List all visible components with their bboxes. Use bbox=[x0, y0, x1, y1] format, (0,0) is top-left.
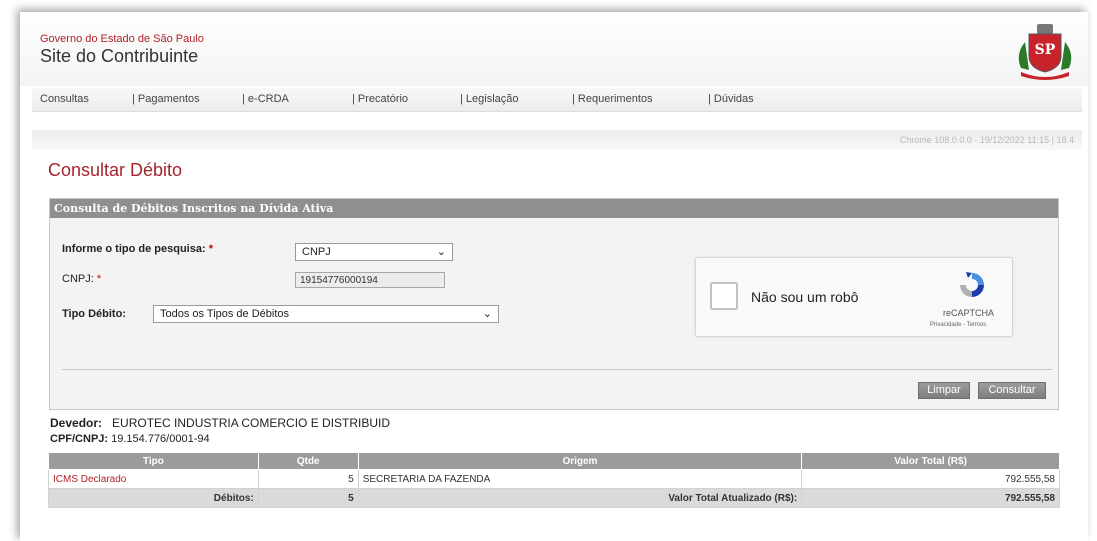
government-name: Governo do Estado de São Paulo bbox=[40, 33, 204, 45]
cell-tipo-link[interactable]: ICMS Declarado bbox=[48, 469, 259, 489]
cnpj-label-text: CNPJ: bbox=[62, 273, 94, 285]
column-header-valor: Valor Total (R$) bbox=[801, 452, 1060, 470]
recaptcha-checkbox[interactable] bbox=[710, 282, 738, 310]
cell-qtde: 5 bbox=[257, 469, 359, 489]
totals-valor: 792.555,58 bbox=[801, 488, 1060, 508]
info-band: Chrome 108.0.0.0 · 19/12/2022 11:15 | 18… bbox=[32, 130, 1082, 150]
sao-paulo-coat-of-arms-logo[interactable]: SP bbox=[1013, 20, 1077, 82]
column-header-origem: Origem bbox=[357, 452, 803, 470]
debit-type-label: Tipo Débito: bbox=[62, 308, 126, 320]
clear-button[interactable]: Limpar bbox=[918, 382, 970, 399]
debtor-name: EUROTEC INDUSTRIA COMERCIO E DISTRIBUID bbox=[112, 416, 391, 430]
debit-type-select[interactable]: Todos os Tipos de Débitos ⌄ bbox=[153, 305, 499, 323]
nav-item-e-crda[interactable]: | e-CRDA bbox=[242, 93, 289, 105]
nav-item-precatorio[interactable]: | Precatório bbox=[352, 93, 408, 105]
column-header-tipo: Tipo bbox=[48, 452, 259, 470]
cpf-line: CPF/CNPJ: 19.154.776/0001-94 bbox=[50, 433, 210, 445]
required-mark: * bbox=[208, 243, 213, 255]
debts-table: Tipo Qtde Origem Valor Total (R$) ICMS D… bbox=[48, 452, 1060, 508]
recaptcha-links[interactable]: Privacidade - Termos bbox=[930, 322, 986, 328]
cnpj-input[interactable]: 19154776000194 bbox=[295, 272, 445, 288]
totals-updated-label: Valor Total Atualizado (R$): bbox=[357, 488, 803, 508]
recaptcha-brand: reCAPTCHA bbox=[943, 308, 995, 318]
panel-title: Consulta de Débitos Inscritos na Dívida … bbox=[50, 199, 1058, 218]
debtor-line: Devedor: EUROTEC INDUSTRIA COMERCIO E DI… bbox=[50, 416, 390, 430]
submit-button[interactable]: Consultar bbox=[978, 382, 1046, 399]
column-header-qtde: Qtde bbox=[257, 452, 359, 470]
nav-item-consultas[interactable]: Consultas bbox=[40, 93, 89, 105]
cell-valor: 792.555,58 bbox=[801, 469, 1060, 489]
main-nav: Consultas | Pagamentos | e-CRDA | Precat… bbox=[32, 88, 1082, 112]
totals-row: Débitos: 5 Valor Total Atualizado (R$): … bbox=[48, 488, 1060, 508]
search-panel: Consulta de Débitos Inscritos na Dívida … bbox=[49, 198, 1059, 410]
chevron-down-icon: ⌄ bbox=[436, 246, 446, 258]
nav-item-requerimentos[interactable]: | Requerimentos bbox=[572, 93, 653, 105]
browser-info: Chrome 108.0.0.0 · 19/12/2022 11:15 | 18… bbox=[899, 135, 1074, 145]
debtor-label: Devedor: bbox=[50, 416, 103, 430]
recaptcha-icon bbox=[960, 272, 984, 297]
recaptcha-widget: Não sou um robô reCAPTCHA Privacidade - … bbox=[695, 257, 1013, 337]
search-type-label-text: Informe o tipo de pesquisa: bbox=[62, 243, 206, 255]
page-title: Consultar Débito bbox=[48, 160, 183, 180]
nav-item-pagamentos[interactable]: | Pagamentos bbox=[132, 93, 200, 105]
table-header-row: Tipo Qtde Origem Valor Total (R$) bbox=[48, 452, 1060, 470]
totals-qtde: 5 bbox=[257, 488, 359, 508]
recaptcha-label: Não sou um robô bbox=[751, 289, 859, 305]
nav-item-legislacao[interactable]: | Legislação bbox=[460, 93, 519, 105]
debit-type-value: Todos os Tipos de Débitos bbox=[160, 308, 290, 320]
cnpj-label: CNPJ: * bbox=[62, 273, 101, 285]
cpf-label: CPF/CNPJ: bbox=[50, 433, 109, 445]
totals-label: Débitos: bbox=[48, 488, 259, 508]
divider bbox=[62, 369, 1052, 370]
nav-item-duvidas[interactable]: | Dúvidas bbox=[708, 93, 754, 105]
page-frame: Governo do Estado de São Paulo Site do C… bbox=[20, 12, 1088, 541]
cpf-value: 19.154.776/0001-94 bbox=[111, 433, 210, 445]
search-type-select[interactable]: CNPJ ⌄ bbox=[295, 243, 453, 261]
cell-origem: SECRETARIA DA FAZENDA bbox=[357, 469, 803, 489]
search-type-label: Informe o tipo de pesquisa: * bbox=[62, 243, 213, 255]
site-title: Site do Contribuinte bbox=[40, 46, 199, 66]
chevron-down-icon: ⌄ bbox=[482, 308, 492, 320]
search-type-value: CNPJ bbox=[302, 246, 331, 258]
table-row: ICMS Declarado 5 SECRETARIA DA FAZENDA 7… bbox=[48, 469, 1060, 489]
logo-text: SP bbox=[1035, 42, 1056, 58]
site-header: Governo do Estado de São Paulo Site do C… bbox=[20, 12, 1088, 86]
required-mark: * bbox=[96, 273, 102, 285]
